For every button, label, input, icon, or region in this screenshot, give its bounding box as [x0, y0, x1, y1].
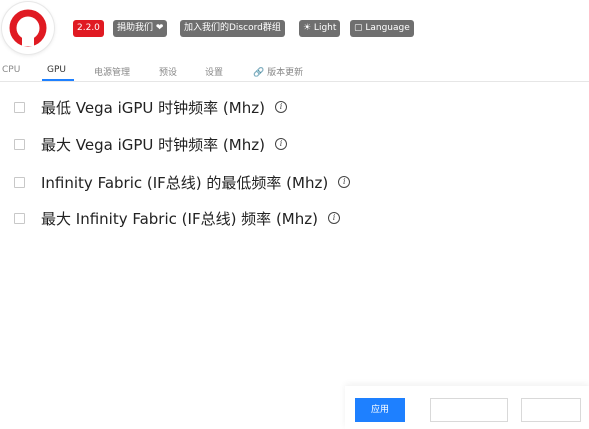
max-fclk-label: 最大 Infinity Fabric (IF总线) 频率 (Mhz) — [41, 209, 318, 228]
tab-settings[interactable]: 设置 — [205, 65, 223, 78]
max-fclk-checkbox[interactable] — [14, 212, 25, 224]
tertiary-button[interactable] — [521, 398, 581, 422]
max-vega-clock-checkbox[interactable] — [14, 138, 25, 150]
info-icon[interactable]: i — [274, 138, 287, 150]
donate-button[interactable]: 捐助我们 ❤ — [113, 20, 168, 37]
theme-toggle-button[interactable]: ☀ Light — [299, 20, 341, 37]
info-icon[interactable]: i — [338, 176, 351, 188]
tab-gpu[interactable]: GPU — [47, 65, 66, 75]
discord-button[interactable]: 加入我们的Discord群组 — [180, 20, 285, 37]
ryzen-logo-icon — [9, 9, 47, 47]
language-button[interactable]: ▢ Language — [350, 20, 414, 37]
max-vega-clock-label: 最大 Vega iGPU 时钟频率 (Mhz) — [41, 135, 265, 154]
min-fclk-checkbox[interactable] — [14, 176, 25, 188]
tab-bar: CPU GPU 电源管理 预设 设置 🔗 版本更新 — [0, 62, 589, 82]
secondary-button[interactable] — [430, 398, 508, 422]
min-fclk-label: Infinity Fabric (IF总线) 的最低频率 (Mhz) — [41, 173, 329, 192]
tab-cpu[interactable]: CPU — [2, 65, 20, 75]
setting-row-min-fclk: Infinity Fabric (IF总线) 的最低频率 (Mhz) i — [14, 171, 351, 193]
app-logo — [2, 2, 54, 54]
setting-row-min-vega-clock: 最低 Vega iGPU 时钟频率 (Mhz) i — [14, 96, 287, 118]
active-tab-indicator — [42, 79, 74, 81]
tab-presets[interactable]: 预设 — [159, 65, 177, 78]
tab-updates[interactable]: 🔗 版本更新 — [253, 65, 303, 78]
info-icon[interactable]: i — [327, 212, 340, 224]
apply-button[interactable]: 应用 — [355, 398, 405, 422]
setting-row-max-vega-clock: 最大 Vega iGPU 时钟频率 (Mhz) i — [14, 133, 287, 155]
tab-power[interactable]: 电源管理 — [94, 65, 130, 78]
min-vega-clock-label: 最低 Vega iGPU 时钟频率 (Mhz) — [41, 98, 265, 117]
version-badge: 2.2.0 — [73, 20, 104, 37]
min-vega-clock-checkbox[interactable] — [14, 101, 25, 113]
setting-row-max-fclk: 最大 Infinity Fabric (IF总线) 频率 (Mhz) i — [14, 207, 340, 229]
info-icon[interactable]: i — [274, 101, 287, 113]
